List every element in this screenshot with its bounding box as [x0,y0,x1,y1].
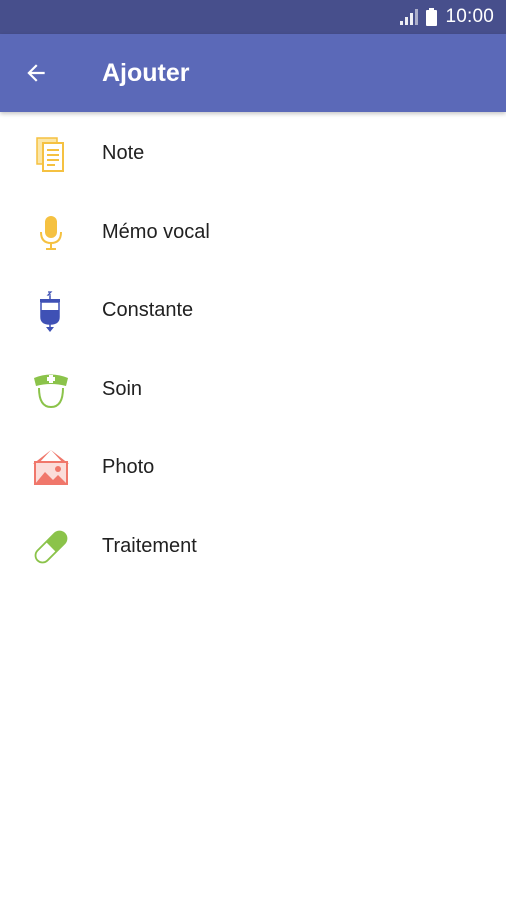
pill-icon [28,524,74,570]
photo-icon [28,445,74,491]
page-title: Ajouter [102,59,190,87]
menu-item-soin[interactable]: Soin [0,348,506,427]
app-bar: Ajouter [0,34,506,112]
menu-item-constante[interactable]: Constante [0,269,506,348]
battery-icon [426,8,438,26]
menu-item-traitement[interactable]: Traitement [0,505,506,584]
iv-bag-icon [28,288,74,334]
menu-item-label: Photo [102,456,155,479]
menu-item-label: Traitement [102,534,197,557]
menu-item-label: Soin [102,377,143,400]
menu-item-memo-vocal[interactable]: Mémo vocal [0,191,506,270]
menu-item-label: Constante [102,299,194,322]
nurse-icon [28,367,74,413]
microphone-icon [28,210,74,256]
arrow-back-icon [23,60,49,86]
note-icon [28,131,74,177]
add-menu-list: Note Mémo vocal Constante Soin Photo Tra… [0,112,506,584]
status-clock: 10:00 [445,6,494,27]
menu-item-photo[interactable]: Photo [0,426,506,505]
signal-icon [400,9,419,25]
menu-item-label: Note [102,142,145,164]
status-bar: 10:00 [0,0,506,34]
back-button[interactable] [14,48,58,98]
menu-item-note[interactable]: Note [0,112,506,191]
menu-item-label: Mémo vocal [102,220,210,243]
